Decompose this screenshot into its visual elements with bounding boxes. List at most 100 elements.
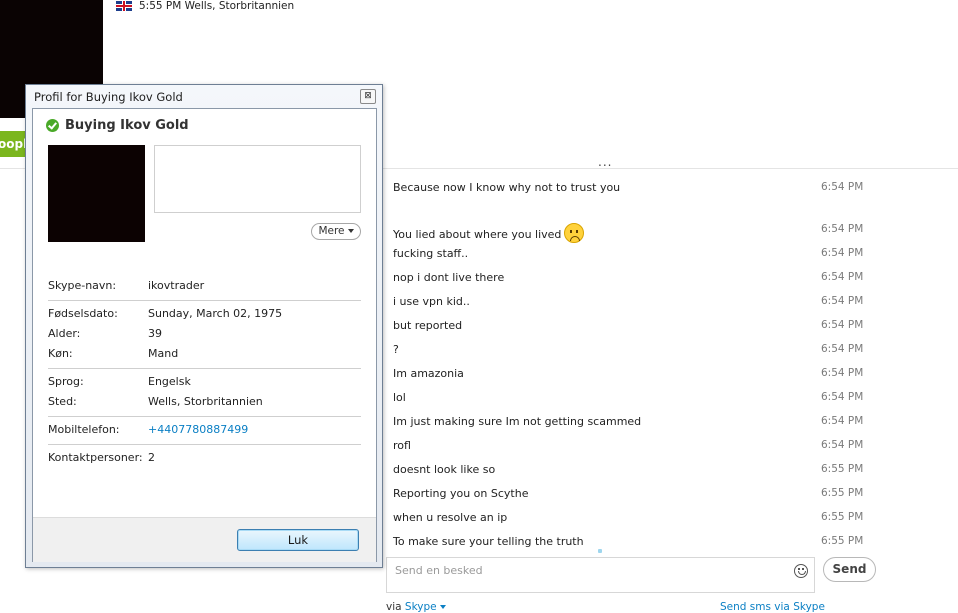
profile-details: Skype-navn: ikovtrader Fødselsdato: Sunday,…: [48, 273, 361, 472]
message-text: lol: [393, 391, 406, 404]
load-more-ellipsis[interactable]: ...: [598, 155, 612, 169]
field-label: Kontaktpersoner:: [48, 451, 143, 464]
field-value: Sunday, March 02, 1975: [148, 307, 283, 320]
via-prefix: via: [386, 601, 402, 613]
message-body: Because now I know why not to trust you: [393, 181, 621, 194]
message-text: To make sure your telling the truth: [393, 535, 584, 548]
message-timestamp: 6:54 PM: [821, 391, 864, 403]
skype-screen: 5:55 PM Wells, Storbritannien oopl ... B…: [0, 0, 958, 613]
profile-field-group: Sprog: Engelsk Sted: Wells, Storbritannien: [48, 369, 361, 417]
message-text: doesnt look like so: [393, 463, 495, 476]
phone-number-link[interactable]: +4407780887499: [148, 423, 248, 436]
message-timestamp: 6:54 PM: [821, 319, 864, 331]
message-timestamp: 6:54 PM: [821, 181, 864, 193]
chevron-down-icon[interactable]: [439, 605, 446, 609]
chat-message: You lied about where you lived 6:54 PM: [385, 209, 875, 243]
message-text: You lied about where you lived: [393, 223, 585, 243]
message-timestamp: 6:54 PM: [821, 295, 864, 307]
dialog-title: Profil for Buying Ikov Gold: [34, 90, 183, 104]
message-timestamp: 6:55 PM: [821, 535, 864, 547]
profile-field-group: Fødselsdato: Sunday, March 02, 1975 Alder:…: [48, 301, 361, 369]
green-action-button[interactable]: oopl: [0, 131, 28, 157]
field-label: Sted:: [48, 395, 77, 408]
chat-message: rofl 6:54 PM: [385, 434, 875, 458]
uk-flag-icon: [116, 1, 132, 11]
send-button[interactable]: Send: [823, 557, 876, 582]
more-button-label: Mere: [318, 225, 345, 237]
profile-field-group: Mobiltelefon: +4407780887499: [48, 417, 361, 445]
field-label: Skype-navn:: [48, 279, 117, 292]
profile-name: Buying Ikov Gold: [65, 118, 189, 133]
profile-field: Skype-navn: ikovtrader: [48, 276, 361, 296]
chat-message: Im just making sure Im not getting scamm…: [385, 410, 875, 434]
profile-field: Køn: Mand: [48, 344, 361, 364]
scroll-indicator[interactable]: [598, 549, 602, 553]
profile-field: Mobiltelefon: +4407780887499: [48, 420, 361, 440]
chat-message: fucking staff.. 6:54 PM: [385, 242, 875, 266]
chat-message: when u resolve an ip 6:55 PM: [385, 506, 875, 530]
emoticon-picker-icon[interactable]: [794, 564, 808, 578]
message-body: ?: [393, 343, 399, 356]
message-body: lol: [393, 391, 406, 404]
field-label: Alder:: [48, 327, 81, 340]
field-value: 2: [148, 451, 155, 464]
message-text: i use vpn kid..: [393, 295, 470, 308]
message-body: nop i dont live there: [393, 271, 505, 284]
send-sms-link[interactable]: Send sms via Skype: [720, 601, 825, 613]
message-timestamp: 6:55 PM: [821, 487, 864, 499]
dialog-titlebar[interactable]: Profil for Buying Ikov Gold ⊠: [26, 85, 382, 107]
field-value: Wells, Storbritannien: [148, 395, 263, 408]
message-timestamp: 6:54 PM: [821, 415, 864, 427]
message-input-placeholder: Send en besked: [395, 564, 483, 577]
message-text: Im amazonia: [393, 367, 464, 380]
via-skype-link[interactable]: Skype: [405, 601, 437, 613]
more-button[interactable]: Mere: [311, 223, 361, 240]
close-icon[interactable]: ⊠: [360, 89, 376, 104]
message-body: Reporting you on Scythe: [393, 487, 529, 500]
message-text: but reported: [393, 319, 462, 332]
field-value: Engelsk: [148, 375, 191, 388]
local-time-location-text: 5:55 PM Wells, Storbritannien: [139, 0, 295, 12]
message-text: Reporting you on Scythe: [393, 487, 528, 500]
message-body: when u resolve an ip: [393, 511, 508, 524]
chat-message: Im amazonia 6:54 PM: [385, 362, 875, 386]
message-text: when u resolve an ip: [393, 511, 507, 524]
message-timestamp: 6:55 PM: [821, 511, 864, 523]
message-input[interactable]: Send en besked: [386, 557, 815, 593]
message-text: Because now I know why not to trust you: [393, 181, 620, 194]
field-label: Fødselsdato:: [48, 307, 118, 320]
message-body: fucking staff..: [393, 247, 469, 260]
message-text: rofl: [393, 439, 411, 452]
message-body: You lied about where you lived: [393, 228, 562, 241]
field-value: 39: [148, 327, 162, 340]
chat-message: i use vpn kid.. 6:54 PM: [385, 290, 875, 314]
profile-panel: Buying Ikov Gold Mere Skype-navn: ikovtra…: [32, 108, 377, 562]
field-label: Sprog:: [48, 375, 84, 388]
message-body: i use vpn kid..: [393, 295, 470, 308]
chat-message: To make sure your telling the truth 6:55 …: [385, 530, 875, 554]
profile-field: Kontaktpersoner: 2: [48, 448, 361, 468]
message-body: doesnt look like so: [393, 463, 496, 476]
profile-field: Sted: Wells, Storbritannien: [48, 392, 361, 412]
message-timestamp: 6:54 PM: [821, 439, 864, 451]
message-timestamp: 6:54 PM: [821, 223, 864, 235]
message-body: Im amazonia: [393, 367, 464, 380]
dialog-footer: Luk: [33, 517, 376, 562]
profile-field-group: Kontaktpersoner: 2: [48, 445, 361, 472]
message-body: but reported: [393, 319, 463, 332]
avatar: [48, 145, 145, 242]
field-label: Mobiltelefon:: [48, 423, 120, 436]
chat-message: ? 6:54 PM: [385, 338, 875, 362]
field-value: ikovtrader: [148, 279, 205, 292]
message-timestamp: 6:54 PM: [821, 343, 864, 355]
chat-message: Reporting you on Scythe 6:55 PM: [385, 482, 875, 506]
close-button[interactable]: Luk: [237, 529, 359, 551]
chat-message-list: Because now I know why not to trust you 6…: [385, 176, 875, 554]
message-text: ?: [393, 343, 399, 356]
message-timestamp: 6:55 PM: [821, 463, 864, 475]
via-skype-selector[interactable]: via Skype: [386, 601, 446, 613]
message-text: Im just making sure Im not getting scamm…: [393, 415, 641, 428]
profile-field: Sprog: Engelsk: [48, 372, 361, 392]
chevron-down-icon: [347, 229, 354, 233]
profile-header: Buying Ikov Gold: [46, 118, 189, 133]
